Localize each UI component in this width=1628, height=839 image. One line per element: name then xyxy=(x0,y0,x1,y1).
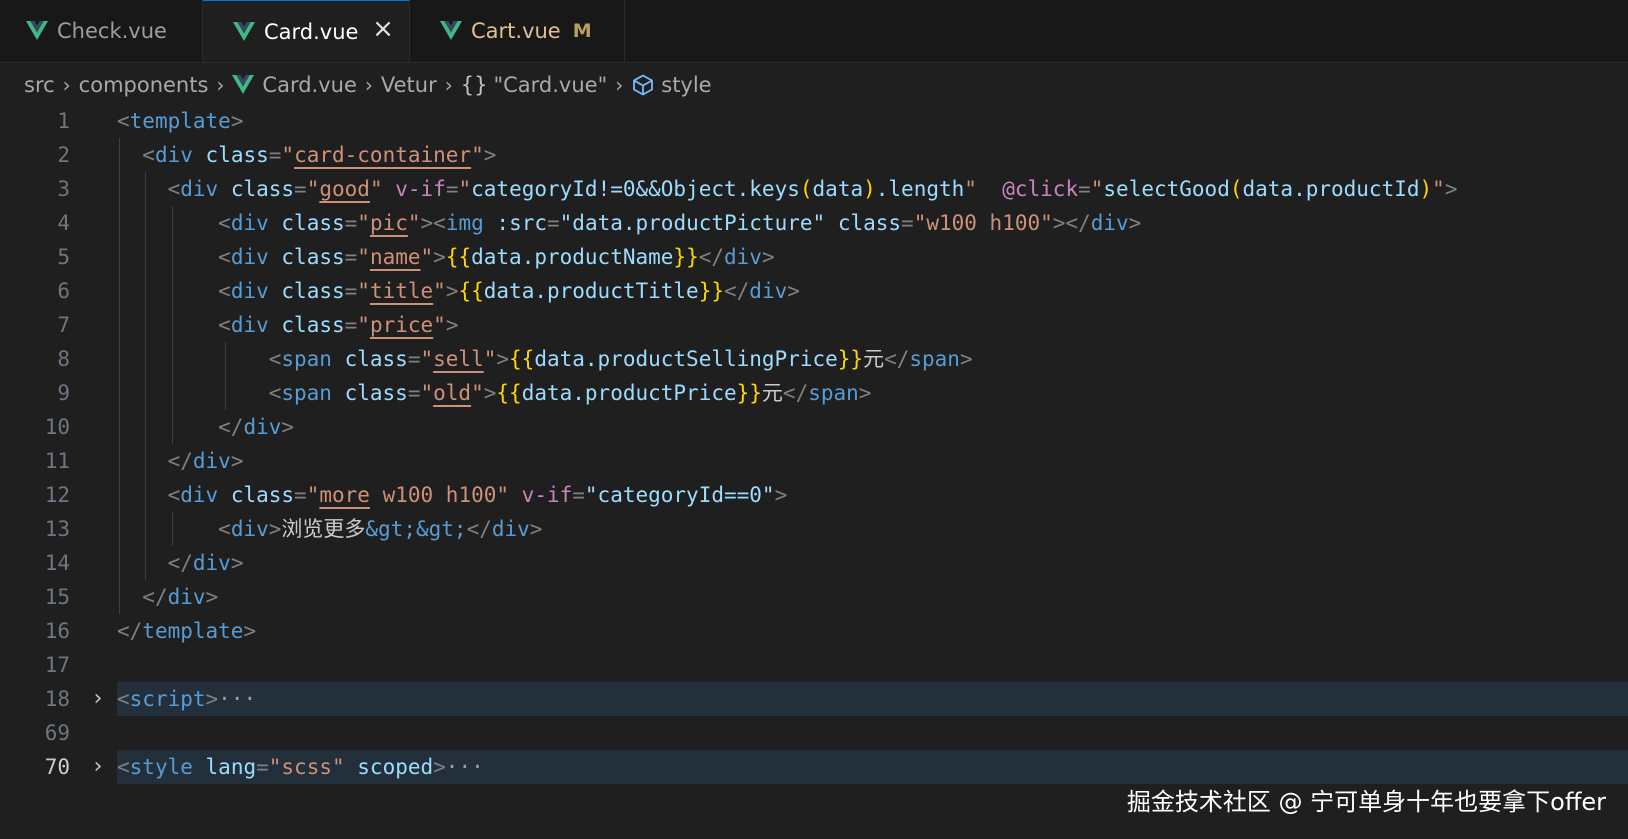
code-text: <div class="more w100 h100" v-if="catego… xyxy=(167,483,788,507)
close-icon[interactable]: × xyxy=(371,16,395,42)
tab-card-vue[interactable]: Card.vue × xyxy=(203,0,410,62)
code-text: </div> xyxy=(218,415,295,439)
breadcrumb-vetur[interactable]: Vetur xyxy=(381,73,437,97)
line-number: 17 xyxy=(44,653,70,677)
tab-check-vue[interactable]: Check.vue xyxy=(0,0,203,62)
breadcrumb-style[interactable]: style xyxy=(661,73,711,97)
code-line: 17 xyxy=(0,648,1628,682)
code-line: 4 <div class="pic"><img :src="data.produ… xyxy=(0,206,1628,240)
code-text: <div class="good" v-if="categoryId!=0&&O… xyxy=(167,177,1458,201)
code-line: 10 </div> xyxy=(0,410,1628,444)
code-line: 15 </div> xyxy=(0,580,1628,614)
chevron-right-icon: › xyxy=(615,73,624,97)
chevron-right-icon: › xyxy=(364,73,373,97)
vue-logo-icon xyxy=(233,21,255,41)
line-number: 11 xyxy=(44,449,70,473)
code-line: 6 <div class="title">{{data.productTitle… xyxy=(0,274,1628,308)
code-line: 69 xyxy=(0,716,1628,750)
cube-icon xyxy=(633,74,654,96)
breadcrumb: src › components › Card.vue › Vetur › {}… xyxy=(0,63,1628,107)
code-text: <span class="sell">{{data.productSelling… xyxy=(268,347,973,371)
code-text: <script>··· xyxy=(117,687,257,711)
code-line: 9 <span class="old">{{data.productPrice}… xyxy=(0,376,1628,410)
tab-label: Check.vue xyxy=(57,19,167,43)
code-line: 11 </div> xyxy=(0,444,1628,478)
code-text: <template> xyxy=(117,109,244,133)
chevron-right-icon: › xyxy=(444,73,453,97)
line-number: 12 xyxy=(44,483,70,507)
code-line: 12 <div class="more w100 h100" v-if="cat… xyxy=(0,478,1628,512)
vue-logo-icon xyxy=(26,21,48,40)
vue-logo-icon xyxy=(232,75,255,94)
breadcrumb-components[interactable]: components xyxy=(79,73,209,97)
code-editor[interactable]: 1 <template> 2 <div class="card-containe… xyxy=(0,104,1628,794)
line-number: 4 xyxy=(57,211,70,235)
tab-cart-vue[interactable]: Cart.vue M xyxy=(410,0,625,62)
code-text: <div class="card-container"> xyxy=(142,143,497,167)
code-text: </div> xyxy=(167,449,244,473)
breadcrumb-file[interactable]: Card.vue xyxy=(262,73,356,97)
code-text: </template> xyxy=(117,619,257,643)
code-text: <div class="pic"><img :src="data.product… xyxy=(218,211,1142,235)
line-number: 69 xyxy=(44,721,70,745)
line-number: 18 xyxy=(44,687,70,711)
code-line: 14 </div> xyxy=(0,546,1628,580)
chevron-right-icon: › xyxy=(62,73,71,97)
code-text: </div> xyxy=(167,551,244,575)
line-number: 8 xyxy=(57,347,70,371)
code-line: 5 <div class="name">{{data.productName}}… xyxy=(0,240,1628,274)
line-number: 6 xyxy=(57,279,70,303)
line-number: 1 xyxy=(57,109,70,133)
code-line: 1 <template> xyxy=(0,104,1628,138)
code-text: <div>浏览更多&gt;&gt;</div> xyxy=(218,517,543,541)
code-text: <div class="name">{{data.productName}}</… xyxy=(218,245,775,269)
folded-ellipsis[interactable]: ··· xyxy=(446,755,484,779)
line-number: 13 xyxy=(44,517,70,541)
code-line: 16 </template> xyxy=(0,614,1628,648)
line-number: 9 xyxy=(57,381,70,405)
code-text: <div class="price"> xyxy=(218,313,459,337)
tab-label: Cart.vue xyxy=(471,19,561,43)
tab-label: Card.vue xyxy=(264,19,359,44)
folded-ellipsis[interactable]: ··· xyxy=(218,687,256,711)
chevron-right-icon: › xyxy=(216,73,225,97)
line-number: 10 xyxy=(44,415,70,439)
line-number: 14 xyxy=(44,551,70,575)
code-line-folded: 70 › <style lang="scss" scoped>··· xyxy=(0,750,1628,784)
code-line: 13 <div>浏览更多&gt;&gt;</div> xyxy=(0,512,1628,546)
breadcrumb-src[interactable]: src xyxy=(24,73,55,97)
line-number: 7 xyxy=(57,313,70,337)
watermark-text: 掘金技术社区 @ 宁可单身十年也要拿下offer xyxy=(1126,788,1606,816)
line-number: 3 xyxy=(57,177,70,201)
code-line: 8 <span class="sell">{{data.productSelli… xyxy=(0,342,1628,376)
modified-badge: M xyxy=(572,20,592,42)
code-text: <div class="title">{{data.productTitle}}… xyxy=(218,279,800,303)
vue-logo-icon xyxy=(440,21,462,40)
line-number: 15 xyxy=(44,585,70,609)
code-text: <style lang="scss" scoped>··· xyxy=(117,755,484,779)
line-number: 2 xyxy=(57,143,70,167)
editor-tab-bar: Check.vue Card.vue × Cart.vue M xyxy=(0,0,1628,63)
line-number: 5 xyxy=(57,245,70,269)
code-text: <span class="old">{{data.productPrice}}元… xyxy=(268,381,872,405)
code-line-folded: 18 › <script>··· xyxy=(0,682,1628,716)
line-number: 16 xyxy=(44,619,70,643)
code-line: 3 <div class="good" v-if="categoryId!=0&… xyxy=(0,172,1628,206)
fold-chevron-icon[interactable]: › xyxy=(88,755,108,779)
braces-icon: {} xyxy=(460,73,488,97)
fold-chevron-icon[interactable]: › xyxy=(88,687,108,711)
line-number: 70 xyxy=(44,755,70,779)
code-line: 2 <div class="card-container"> xyxy=(0,138,1628,172)
code-line: 7 <div class="price"> xyxy=(0,308,1628,342)
code-text: </div> xyxy=(142,585,219,609)
breadcrumb-module[interactable]: "Card.vue" xyxy=(493,73,607,97)
